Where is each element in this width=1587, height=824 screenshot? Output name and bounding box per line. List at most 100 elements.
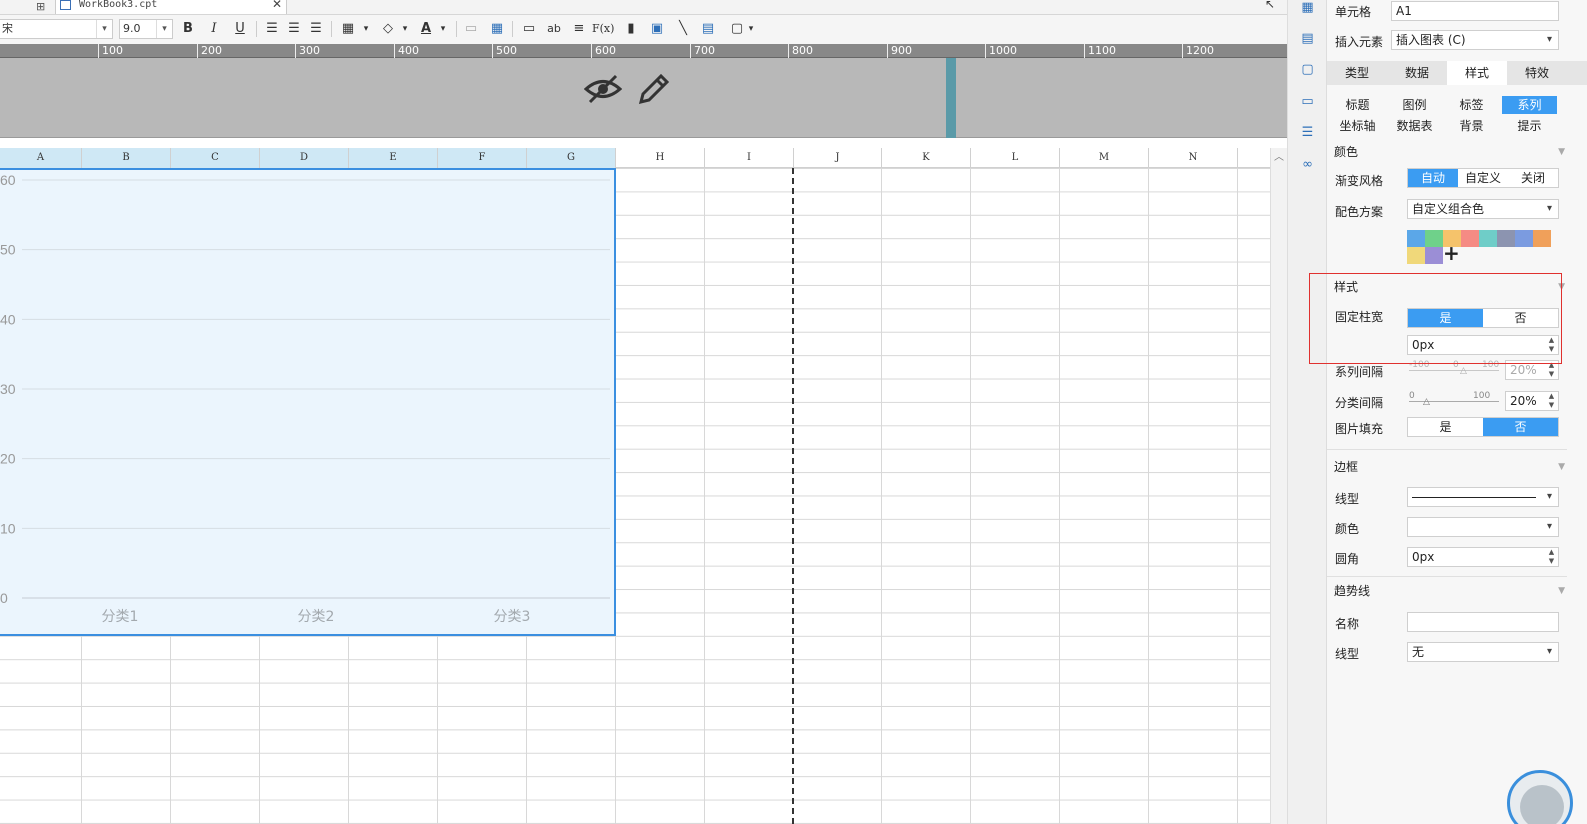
column-header[interactable]: E [349, 148, 438, 168]
formula-button[interactable]: F(x) [592, 20, 614, 38]
column-header[interactable]: L [971, 148, 1060, 168]
color-swatch[interactable] [1407, 247, 1425, 264]
column-header[interactable]: D [260, 148, 349, 168]
chevron-down-icon[interactable]: ▾ [432, 20, 454, 38]
stepper-icon[interactable]: ▲ ▼ [1545, 392, 1558, 410]
merge-cells-icon[interactable]: ▭ [460, 20, 482, 38]
subreport-icon[interactable]: ▤ [697, 20, 719, 38]
chevron-down-icon[interactable]: ▾ [1541, 200, 1558, 218]
tab-effects[interactable]: 特效 [1507, 61, 1567, 85]
chevron-down-icon[interactable]: ▾ [1541, 488, 1558, 506]
insert-element-select[interactable]: 插入图表 (C) ▾ [1391, 30, 1559, 50]
column-header[interactable]: K [882, 148, 971, 168]
chevron-down-icon[interactable]: ▾ [1541, 643, 1558, 661]
chevron-down-icon[interactable]: ▾ [156, 20, 172, 38]
column-header[interactable]: A [0, 148, 82, 168]
scheme-select[interactable]: 自定义组合色 ▾ [1407, 199, 1559, 219]
color-swatch[interactable] [1515, 230, 1533, 247]
rich-text-icon[interactable]: ≡ [568, 20, 590, 38]
italic-button[interactable]: I [203, 20, 225, 38]
column-header[interactable]: I [705, 148, 794, 168]
chevron-down-icon[interactable]: ▾ [394, 20, 416, 38]
chevron-down-icon[interactable]: ▾ [355, 20, 377, 38]
column-header[interactable]: B [82, 148, 171, 168]
subtab-series[interactable]: 系列 [1502, 96, 1557, 114]
pencil-icon[interactable] [637, 72, 671, 106]
slash-icon[interactable]: ╲ [672, 20, 694, 38]
subtab-tooltip[interactable]: 提示 [1502, 117, 1557, 135]
stepper-icon[interactable]: ▲ ▼ [1545, 548, 1558, 566]
trend-line-select[interactable]: 无 ▾ [1407, 642, 1559, 662]
color-swatch[interactable] [1461, 230, 1479, 247]
border-section-header[interactable]: 边框 ▼ [1327, 456, 1567, 478]
image-fill-yes-button[interactable]: 是 [1408, 418, 1483, 436]
collapse-arrow-icon[interactable]: ▼ [1558, 456, 1565, 478]
widget-icon[interactable]: ▭ [1299, 94, 1316, 109]
table-icon[interactable]: ⊞ [36, 0, 45, 13]
subtab-title[interactable]: 标题 [1330, 96, 1385, 114]
subtab-label[interactable]: 标签 [1444, 96, 1499, 114]
scroll-up-icon[interactable]: ︿ [1274, 148, 1284, 163]
column-header[interactable]: M [1060, 148, 1149, 168]
color-swatch[interactable] [1425, 230, 1443, 247]
collapse-arrow-icon[interactable]: ▼ [1558, 580, 1565, 602]
column-header[interactable]: G [527, 148, 616, 168]
align-left-icon[interactable]: ☰ [261, 20, 283, 38]
close-icon[interactable]: ✕ [272, 0, 282, 11]
image-fill-no-button[interactable]: 否 [1483, 418, 1558, 436]
color-swatch[interactable] [1407, 230, 1425, 247]
add-color-button[interactable]: + [1443, 243, 1460, 263]
color-swatch[interactable] [1497, 230, 1515, 247]
chevron-down-icon[interactable]: ▾ [740, 20, 762, 38]
text-tool-button[interactable]: ab [543, 20, 565, 38]
column-header[interactable]: N [1149, 148, 1238, 168]
bold-button[interactable]: B [177, 20, 199, 38]
align-center-icon[interactable]: ☰ [283, 20, 305, 38]
condition-icon[interactable]: ☰ [1299, 125, 1316, 140]
slider-thumb[interactable]: △ [1423, 397, 1430, 407]
column-header[interactable]: C [171, 148, 260, 168]
cell-element-icon[interactable]: ▤ [1299, 31, 1316, 46]
collapse-arrow-icon[interactable]: ▼ [1558, 141, 1565, 163]
column-header[interactable]: J [794, 148, 882, 168]
subtab-background[interactable]: 背景 [1444, 117, 1499, 135]
subtab-legend[interactable]: 图例 [1387, 96, 1442, 114]
border-color-select[interactable]: ▾ [1407, 517, 1559, 537]
underline-button[interactable]: U [229, 20, 251, 38]
pointer-icon[interactable]: ↖ [1265, 0, 1275, 11]
category-gap-slider[interactable]: 0 100 △ [1409, 391, 1501, 411]
line-type-select[interactable]: ▾ [1407, 487, 1559, 507]
bar-chart-icon[interactable]: ▮ [620, 20, 642, 38]
grid-table-icon[interactable]: ▦ [486, 20, 508, 38]
chevron-down-icon[interactable]: ▾ [1541, 31, 1558, 49]
tab-type[interactable]: 类型 [1327, 61, 1387, 85]
subtab-axis[interactable]: 坐标轴 [1330, 117, 1385, 135]
tab-style[interactable]: 样式 [1447, 61, 1507, 85]
color-swatch[interactable] [1479, 230, 1497, 247]
slider-thumb[interactable]: △ [1460, 366, 1467, 376]
eye-hidden-icon[interactable] [584, 72, 622, 106]
color-section-header[interactable]: 颜色 ▼ [1327, 141, 1567, 163]
trend-name-input[interactable] [1407, 612, 1559, 632]
gradient-custom-button[interactable]: 自定义 [1458, 169, 1508, 187]
cell-properties-icon[interactable]: ▦ [1299, 0, 1316, 15]
image-icon[interactable]: ▣ [646, 20, 668, 38]
radius-input[interactable]: 0px ▲ ▼ [1407, 547, 1559, 567]
vertical-scrollbar[interactable]: ︿ [1270, 148, 1287, 824]
column-header[interactable]: H [616, 148, 705, 168]
category-gap-input[interactable]: 20% ▲ ▼ [1505, 391, 1559, 411]
gradient-off-button[interactable]: 关闭 [1508, 169, 1558, 187]
chevron-down-icon[interactable]: ▾ [96, 20, 112, 38]
trend-section-header[interactable]: 趋势线 ▼ [1327, 580, 1567, 602]
column-header[interactable]: F [438, 148, 527, 168]
color-swatch[interactable] [1425, 247, 1443, 264]
align-right-icon[interactable]: ☰ [305, 20, 327, 38]
file-tab[interactable]: WorkBook3.cpt ✕ [55, 0, 287, 14]
insert-field-icon[interactable]: ▭ [518, 20, 540, 38]
color-swatch[interactable] [1533, 230, 1551, 247]
float-element-icon[interactable]: ▢ [1299, 62, 1316, 77]
chart-widget[interactable]: 60 50 40 30 20 10 0 分类1 分类2 分类3 [0, 168, 616, 636]
page-edge-marker[interactable] [946, 58, 956, 138]
cell-field[interactable]: A1 [1391, 1, 1559, 21]
chevron-down-icon[interactable]: ▾ [1541, 518, 1558, 536]
